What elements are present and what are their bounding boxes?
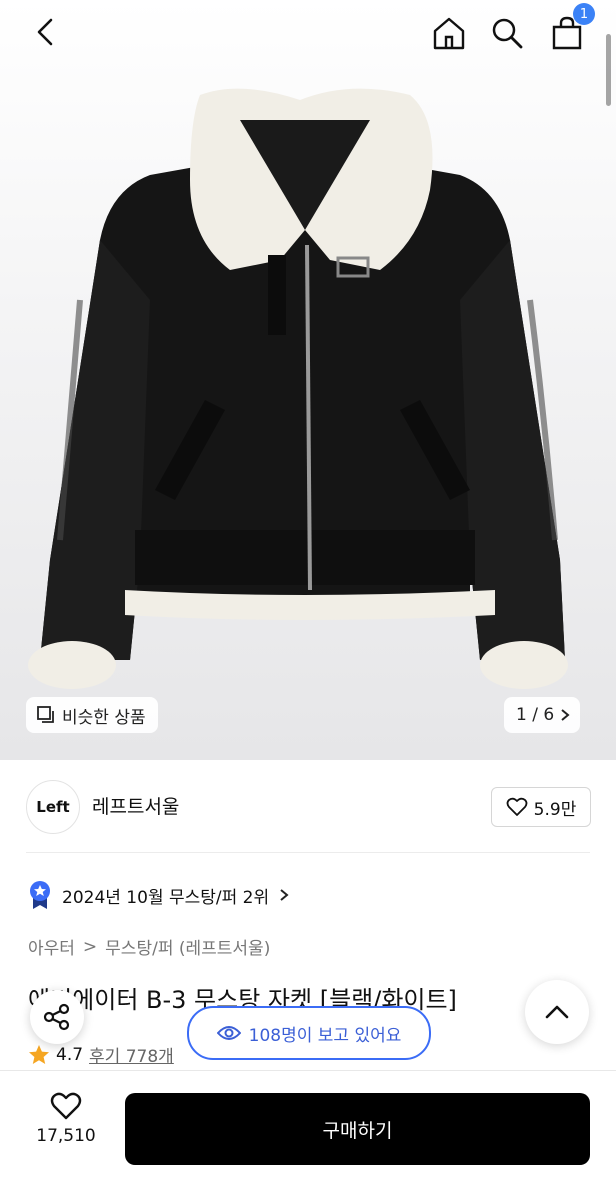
similar-products-button[interactable]: 비슷한 상품	[26, 697, 158, 733]
back-icon	[37, 18, 53, 46]
home-button[interactable]	[427, 11, 471, 55]
scroll-top-button[interactable]	[525, 980, 589, 1044]
similar-icon	[37, 706, 54, 723]
product-image[interactable]	[0, 0, 616, 760]
rank-banner[interactable]: 2024년 10월 무스탕/퍼 2위	[28, 880, 289, 910]
jacket-illustration	[28, 88, 568, 689]
search-button[interactable]	[485, 11, 529, 55]
share-icon	[43, 1003, 70, 1031]
home-icon	[433, 17, 465, 50]
rating-row[interactable]: 4.7 후기 778개	[28, 1042, 174, 1067]
wishlist-count: 17,510	[36, 1126, 96, 1146]
back-button[interactable]	[24, 10, 68, 54]
cart-count-badge: 1	[573, 3, 595, 25]
chevron-right-icon	[280, 889, 289, 901]
top-bar: 1	[0, 0, 616, 66]
cart-button[interactable]: 1	[545, 3, 595, 55]
rating-value: 4.7	[56, 1044, 84, 1065]
viewers-text: 108명이 보고 있어요	[248, 1025, 402, 1046]
wishlist-button[interactable]: 17,510	[26, 1092, 106, 1146]
breadcrumb-separator: >	[82, 936, 98, 957]
review-count-link[interactable]: 후기 778개	[89, 1042, 174, 1067]
rank-badge-icon	[30, 881, 50, 909]
eye-icon	[216, 1026, 241, 1040]
share-button[interactable]	[30, 990, 84, 1044]
seller-logo-text: Left	[36, 798, 70, 816]
similar-products-label: 비슷한 상품	[62, 707, 146, 728]
search-icon	[492, 18, 523, 49]
chevron-right-icon	[561, 709, 570, 721]
breadcrumb-level1[interactable]: 아우터	[28, 934, 75, 959]
breadcrumb-level2[interactable]: 무스탕/퍼 (레프트서울)	[105, 934, 270, 959]
seller-like-count: 5.9만	[533, 799, 577, 820]
seller-like-button[interactable]: 5.9만	[491, 787, 591, 827]
divider	[26, 852, 590, 853]
image-counter[interactable]: 1 / 6	[504, 697, 581, 733]
image-counter-text: 1 / 6	[516, 705, 555, 725]
chevron-up-icon	[545, 1005, 569, 1019]
breadcrumb: 아우터 > 무스탕/퍼 (레프트서울)	[28, 934, 270, 960]
heart-icon	[506, 797, 528, 816]
buy-button[interactable]: 구매하기	[125, 1093, 590, 1165]
rank-text: 2024년 10월 무스탕/퍼 2위	[62, 887, 270, 908]
viewers-pill: 108명이 보고 있어요	[187, 1006, 431, 1060]
seller-name[interactable]: 레프트서울	[92, 792, 179, 819]
heart-icon	[50, 1092, 82, 1120]
star-icon	[29, 1044, 49, 1064]
seller-logo[interactable]: Left	[26, 780, 80, 834]
